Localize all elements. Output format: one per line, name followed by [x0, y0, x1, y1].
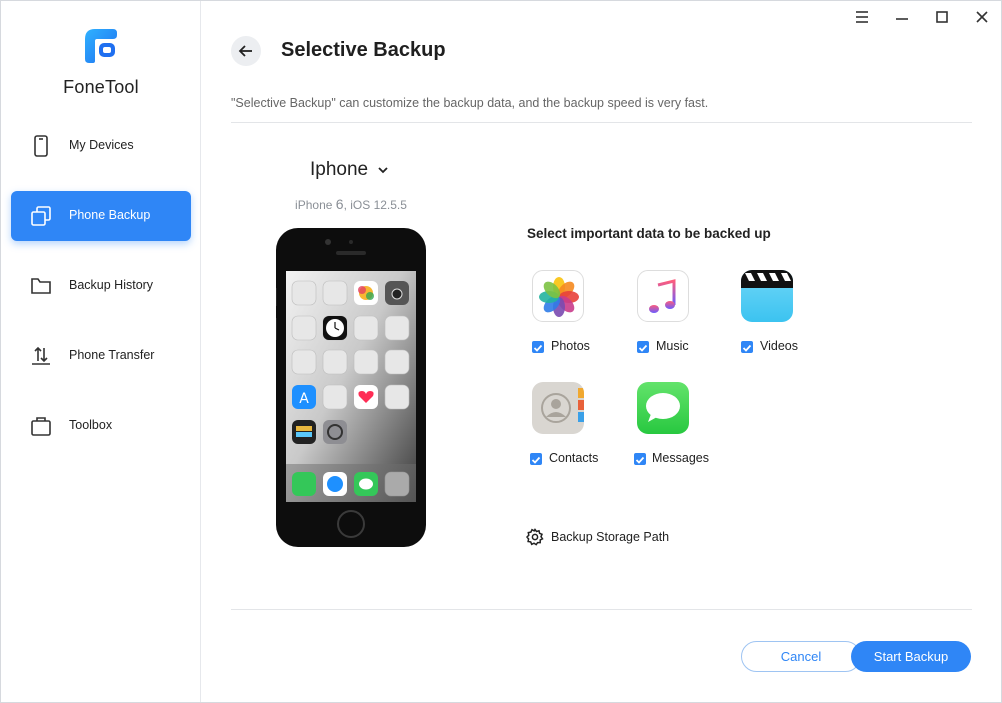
- sidebar-item-label: My Devices: [69, 138, 134, 152]
- backup-copy-icon: [31, 206, 51, 226]
- sidebar-item-label: Toolbox: [69, 418, 113, 432]
- back-button[interactable]: [231, 36, 261, 66]
- svg-text:A: A: [299, 391, 309, 407]
- photos-label: Photos: [551, 339, 590, 353]
- sidebar-item-label: Backup History: [69, 278, 154, 292]
- videos-checkbox[interactable]: [741, 341, 753, 353]
- menu-icon[interactable]: [852, 7, 872, 27]
- page-description: "Selective Backup" can customize the bac…: [231, 96, 709, 110]
- messages-icon[interactable]: [637, 382, 689, 434]
- messages-label: Messages: [652, 451, 709, 465]
- gear-icon: [526, 528, 544, 546]
- cancel-button[interactable]: Cancel: [741, 641, 861, 672]
- app-window: FoneTool My Devices Phone Backup Backup …: [0, 0, 1002, 703]
- sidebar-item-my-devices[interactable]: My Devices: [11, 121, 191, 171]
- close-icon[interactable]: [972, 7, 992, 27]
- chevron-down-icon: [378, 167, 388, 174]
- arrow-left-icon: [238, 45, 252, 57]
- data-item-photos[interactable]: Photos: [527, 270, 617, 370]
- backup-storage-path-label: Backup Storage Path: [551, 530, 670, 544]
- photos-icon[interactable]: [532, 270, 584, 322]
- device-name: Iphone: [310, 159, 369, 180]
- minimize-icon[interactable]: [892, 7, 912, 27]
- photos-checkbox[interactable]: [532, 341, 544, 353]
- sidebar-item-phone-transfer[interactable]: Phone Transfer: [11, 331, 191, 381]
- maximize-icon[interactable]: [932, 7, 952, 27]
- sidebar: FoneTool My Devices Phone Backup Backup …: [1, 1, 201, 702]
- iphone-illustration: A: [276, 228, 426, 547]
- device-ios-version: , iOS 12.5.5: [343, 198, 407, 212]
- device-model-number: 6: [335, 196, 344, 212]
- folder-icon: [31, 278, 51, 294]
- select-data-title: Select important data to be backed up: [527, 226, 771, 241]
- sidebar-item-label: Phone Transfer: [69, 348, 155, 362]
- data-item-messages[interactable]: Messages: [632, 382, 722, 482]
- device-model: iPhone: [295, 198, 333, 212]
- contacts-checkbox[interactable]: [530, 453, 542, 465]
- contacts-icon[interactable]: [532, 382, 584, 434]
- device-info: iPhone 6, iOS 12.5.5: [251, 196, 451, 212]
- music-icon[interactable]: [637, 270, 689, 322]
- videos-icon[interactable]: [741, 270, 793, 322]
- music-checkbox[interactable]: [637, 341, 649, 353]
- header-divider: [231, 122, 972, 123]
- music-label: Music: [656, 339, 689, 353]
- start-backup-button[interactable]: Start Backup: [851, 641, 971, 672]
- data-item-videos[interactable]: Videos: [736, 270, 826, 370]
- sidebar-item-phone-backup[interactable]: Phone Backup: [11, 191, 191, 241]
- data-item-music[interactable]: Music: [632, 270, 722, 370]
- footer-divider: [231, 609, 972, 610]
- contacts-label: Contacts: [549, 451, 599, 465]
- sidebar-item-label: Phone Backup: [69, 208, 151, 222]
- device-selector[interactable]: Iphone: [310, 159, 390, 181]
- videos-label: Videos: [760, 339, 798, 353]
- sidebar-item-backup-history[interactable]: Backup History: [11, 261, 191, 311]
- backup-storage-path-button[interactable]: Backup Storage Path: [526, 528, 669, 546]
- messages-checkbox[interactable]: [634, 453, 646, 465]
- fonetool-logo-icon: [85, 29, 117, 63]
- page-title: Selective Backup: [281, 39, 446, 61]
- phone-icon: [34, 135, 48, 157]
- app-name: FoneTool: [63, 77, 139, 97]
- data-item-contacts[interactable]: Contacts: [527, 382, 617, 482]
- sidebar-item-toolbox[interactable]: Toolbox: [11, 401, 191, 451]
- transfer-arrows-icon: [32, 346, 50, 365]
- toolbox-icon: [31, 417, 51, 436]
